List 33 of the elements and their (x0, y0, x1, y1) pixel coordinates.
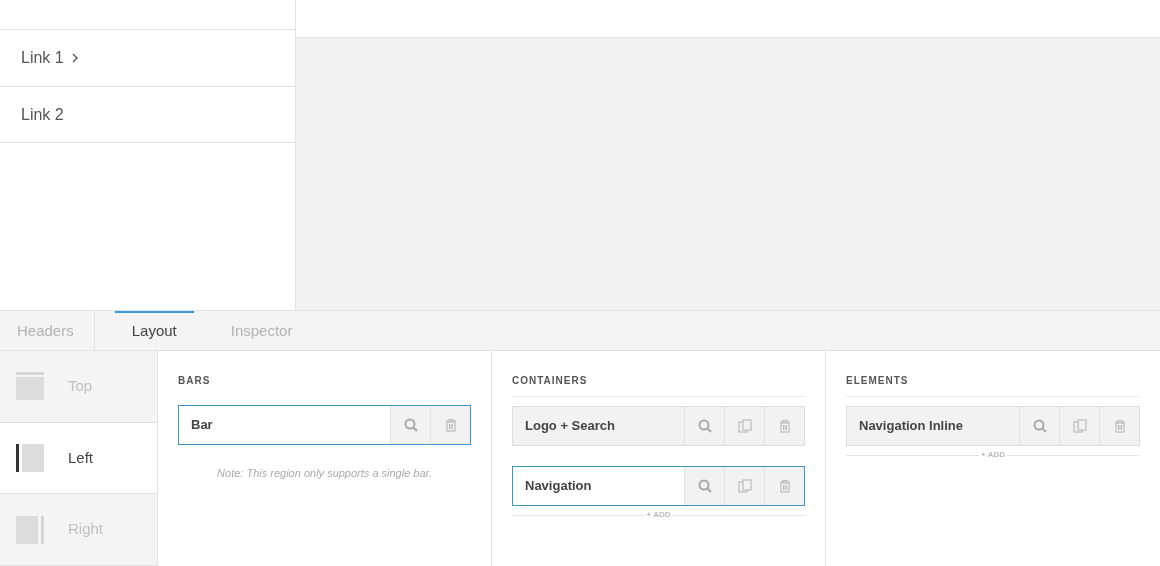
nav-link[interactable]: Link 1 (0, 29, 295, 86)
trash-icon (443, 418, 458, 432)
item-label: Navigation Inline (858, 417, 964, 436)
trash-icon (777, 419, 792, 433)
list-item[interactable]: Navigation Inline (846, 406, 1140, 446)
trash-button[interactable] (764, 467, 804, 505)
copy-button[interactable] (724, 467, 764, 505)
copy-icon (737, 479, 752, 493)
list-item[interactable]: Bar (178, 405, 471, 445)
note-text: Note: This region only supports a single bar. (216, 466, 433, 481)
item-label: Bar (190, 416, 214, 435)
item-label: Logo + Search (524, 417, 616, 436)
nav-link[interactable]: Link 2 (0, 86, 295, 143)
layout-region-icon (16, 444, 44, 472)
search-icon (403, 418, 418, 432)
trash-icon (777, 479, 792, 493)
trash-icon (1112, 419, 1127, 433)
search-icon (697, 419, 712, 433)
search-button[interactable] (684, 467, 724, 505)
section-heading: BARS (178, 374, 212, 388)
section-heading: ELEMENTS (846, 373, 1140, 397)
search-icon (1032, 419, 1047, 433)
copy-icon (1072, 419, 1087, 433)
trash-button[interactable] (430, 406, 470, 444)
item-label: Navigation (524, 477, 593, 496)
layout-region-icon (16, 372, 44, 401)
list-item[interactable]: Logo + Search (512, 406, 805, 446)
list-item[interactable]: Navigation (512, 466, 805, 506)
copy-icon (737, 419, 752, 433)
search-icon (697, 479, 712, 493)
search-button[interactable] (390, 406, 430, 444)
layout-region-icon (16, 515, 44, 544)
section-heading: CONTAINERS (512, 373, 805, 397)
